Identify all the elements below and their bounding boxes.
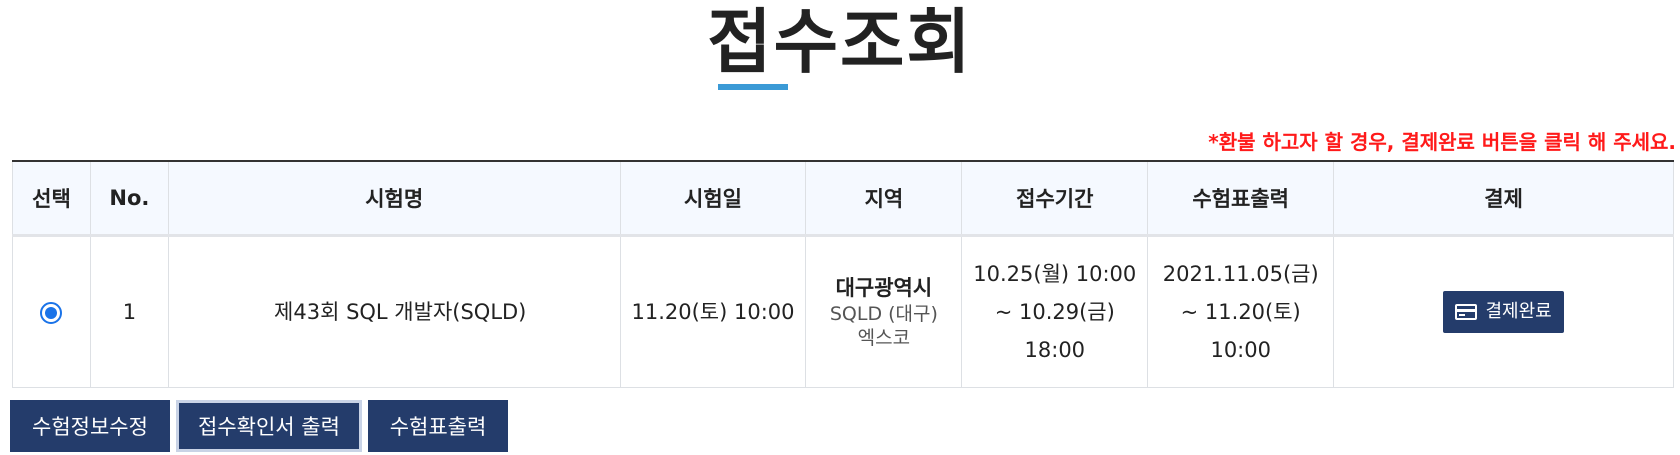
period-cell: 10.25(월) 10:00 ~ 10.29(금) 18:00 (961, 234, 1149, 388)
ticket-cell: 2021.11.05(금) ~ 11.20(토) 10:00 (1147, 234, 1335, 388)
region-venue-name: 엑스코 (857, 326, 911, 349)
exam-date: 11.20(토) 10:00 (619, 234, 807, 388)
region-venue-code: SQLD (대구) (829, 302, 938, 325)
region-cell: 대구광역시 SQLD (대구) 엑스코 (805, 234, 963, 388)
print-confirmation-button[interactable]: 접수확인서 출력 (176, 400, 362, 452)
header-exam-name: 시험명 (167, 161, 621, 237)
radio-selected-dot (45, 306, 58, 319)
print-ticket-button[interactable]: 수험표출력 (368, 400, 508, 452)
page-title: 접수조회 (707, 1, 973, 83)
region-name: 대구광역시 (835, 275, 933, 300)
ticket-start: 2021.11.05(금) (1162, 261, 1319, 286)
credit-card-icon (1455, 303, 1478, 320)
header-payment: 결제 (1333, 161, 1674, 237)
header-exam-date: 시험일 (619, 161, 807, 237)
table-row: 1 제43회 SQL 개발자(SQLD) 11.20(토) 10:00 대구광역… (12, 234, 1674, 388)
action-buttons: 수험정보수정 접수확인서 출력 수험표출력 (10, 400, 508, 452)
select-radio[interactable] (40, 301, 63, 324)
select-cell (12, 234, 91, 388)
table-header-row: 선택 No. 시험명 시험일 지역 접수기간 수험표출력 결제 (12, 161, 1674, 237)
header-region: 지역 (805, 161, 963, 237)
edit-exam-info-button[interactable]: 수험정보수정 (10, 400, 170, 452)
header-ticket: 수험표출력 (1147, 161, 1335, 237)
ticket-end-time: 10:00 (1210, 337, 1271, 362)
ticket-end-date: ~ 11.20(토) (1180, 299, 1301, 324)
header-no: No. (89, 161, 169, 237)
row-number: 1 (89, 234, 169, 388)
payment-complete-button[interactable]: 결제완료 (1443, 290, 1564, 333)
refund-notice: *환불 하고자 할 경우, 결제완료 버튼을 클릭 해 주세요. (1208, 130, 1676, 154)
payment-button-label: 결제완료 (1485, 300, 1552, 322)
header-select: 선택 (12, 161, 91, 237)
registration-table: 선택 No. 시험명 시험일 지역 접수기간 수험표출력 결제 1 제43회 S… (12, 160, 1674, 388)
title-underline (718, 84, 788, 90)
exam-name: 제43회 SQL 개발자(SQLD) (167, 234, 621, 388)
period-end-time: 18:00 (1024, 337, 1086, 362)
period-start: 10.25(월) 10:00 (973, 261, 1137, 286)
header-period: 접수기간 (961, 161, 1149, 237)
payment-cell: 결제완료 (1333, 234, 1674, 388)
period-end-date: ~ 10.29(금) (994, 299, 1115, 324)
